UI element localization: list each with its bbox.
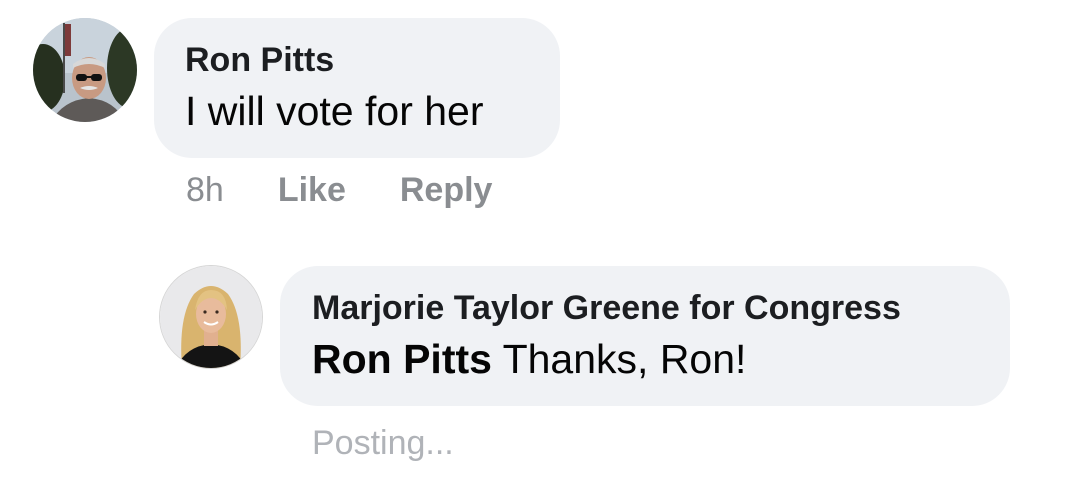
reply-button[interactable]: Reply [400, 171, 493, 210]
reply-author[interactable]: Marjorie Taylor Greene for Congress [312, 288, 1010, 328]
mention-link[interactable]: Ron Pitts [312, 336, 492, 382]
like-button[interactable]: Like [278, 171, 346, 210]
reply-text: Ron Pitts Thanks, Ron! [312, 334, 1010, 384]
comment-actions: 8h Like Reply [186, 168, 492, 212]
comment-bubble: Ron Pitts I will vote for her [154, 18, 560, 158]
posting-status: Posting... [312, 424, 454, 462]
reply-bubble: Marjorie Taylor Greene for Congress Ron … [280, 266, 1010, 406]
comment-author[interactable]: Ron Pitts [185, 40, 560, 80]
comment-timestamp[interactable]: 8h [186, 171, 224, 210]
page-avatar-photo-icon [160, 266, 262, 368]
comment-text: I will vote for her [185, 88, 484, 134]
user-avatar-photo-icon [33, 18, 137, 122]
reply-message: Thanks, Ron! [491, 336, 747, 382]
avatar-ron-pitts[interactable] [33, 18, 137, 122]
avatar-page[interactable] [160, 266, 262, 368]
